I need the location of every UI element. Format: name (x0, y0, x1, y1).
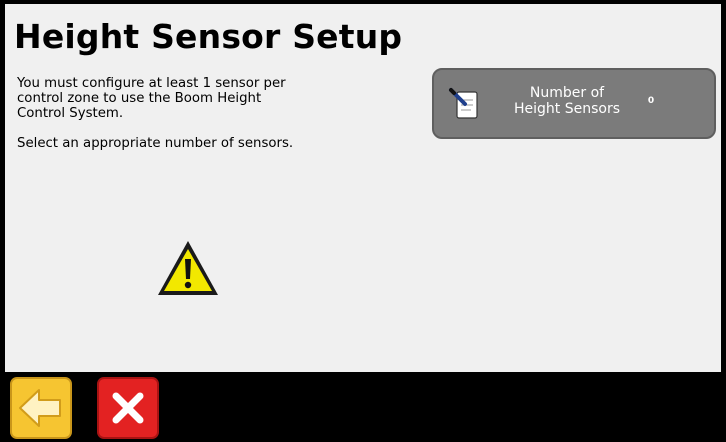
edit-notepad-icon (449, 88, 478, 119)
requirement-line-1: You must configure at least 1 sensor per (17, 76, 286, 91)
back-button[interactable] (10, 377, 72, 439)
warning-triangle-icon (158, 241, 218, 295)
cancel-button[interactable] (97, 377, 159, 439)
sensor-count-value: 0 (647, 96, 655, 106)
content-panel: Height Sensor Setup You must configure a… (5, 4, 721, 372)
screen: Height Sensor Setup You must configure a… (0, 0, 726, 442)
requirement-line-2: control zone to use the Boom Height (17, 91, 262, 106)
sensor-setting-label: Number of Height Sensors (492, 85, 642, 117)
requirement-text: You must configure at least 1 sensor per… (17, 76, 397, 121)
page-title: Height Sensor Setup (14, 17, 403, 56)
instruction-message: You must configure at least 1 sensor per… (17, 76, 397, 151)
requirement-line-3: Control System. (17, 106, 124, 121)
sensor-label-line-2: Height Sensors (513, 101, 620, 117)
sensor-label-line-1: Number of (529, 85, 605, 101)
number-of-height-sensors-button[interactable]: Number of Height Sensors 0 (432, 68, 716, 139)
select-instruction-text: Select an appropriate number of sensors. (17, 136, 294, 151)
select-instruction: Select an appropriate number of sensors. (17, 136, 397, 151)
